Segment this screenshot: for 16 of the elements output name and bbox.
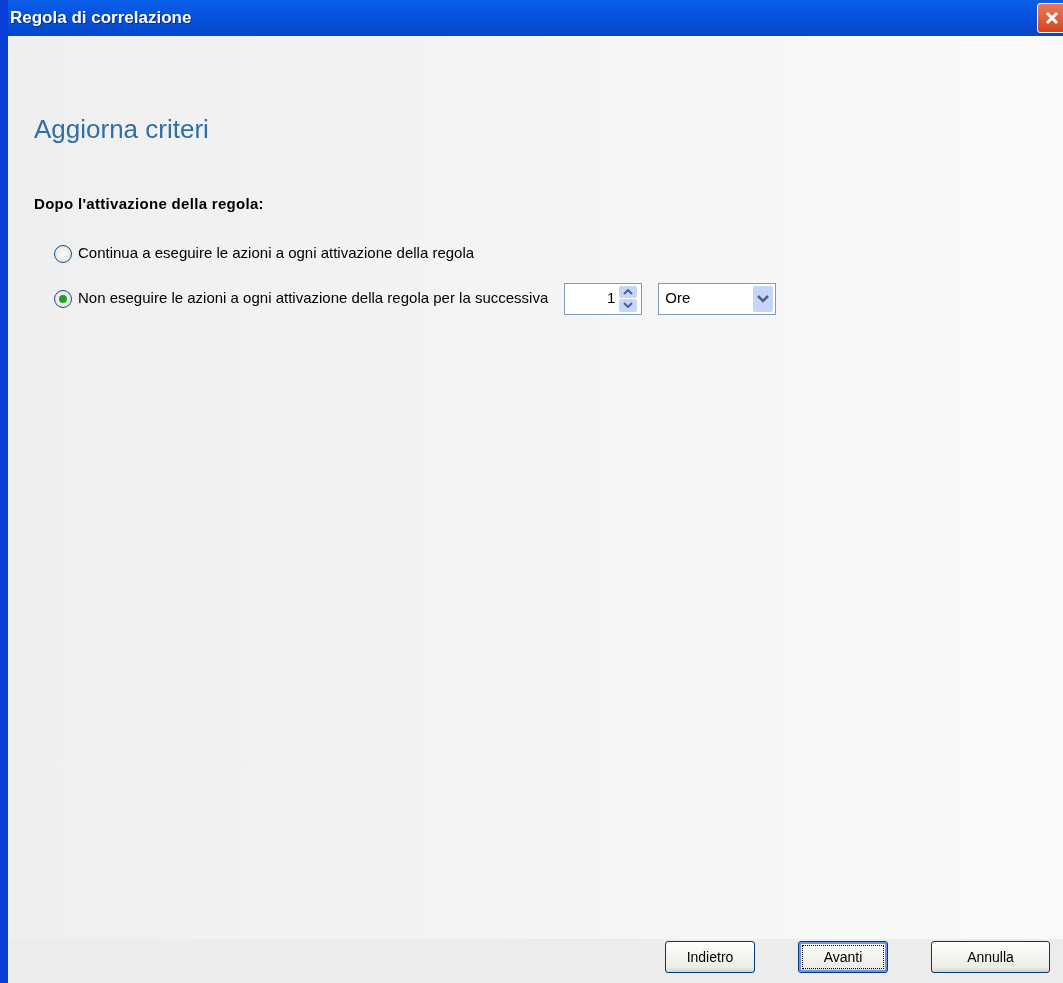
close-icon	[1044, 10, 1060, 26]
option-label: Non eseguire le azioni a ogni attivazione della regola per la successiva	[78, 288, 549, 309]
close-button[interactable]	[1037, 3, 1063, 33]
dialog-button[interactable]: Avanti	[798, 941, 888, 973]
spinner-arrows-icon[interactable]	[619, 285, 638, 312]
option-label: Continua a eseguire le azioni a ogni attivazione della regola	[78, 243, 475, 264]
window-title: Regola di correlazione	[10, 7, 192, 30]
page-heading: Aggiorna criteri	[34, 113, 210, 146]
radio-button[interactable]	[54, 244, 72, 263]
section-label: Dopo l'attivazione della regola:	[34, 195, 264, 212]
number-spinner[interactable]: 1	[564, 282, 643, 315]
dialog-button[interactable]: Indietro	[665, 941, 755, 973]
chevron-down-icon	[753, 285, 774, 312]
radio-button[interactable]	[54, 289, 72, 308]
unit-dropdown[interactable]: Ore	[658, 282, 777, 315]
dialog-button[interactable]: Annulla	[931, 941, 1050, 973]
